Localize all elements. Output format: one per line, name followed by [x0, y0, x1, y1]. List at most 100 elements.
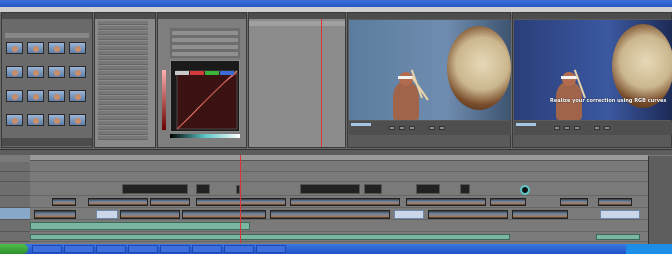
effect-controls-tab[interactable] — [158, 13, 246, 19]
effect-row[interactable] — [98, 91, 148, 95]
effect-row[interactable] — [98, 21, 148, 25]
taskbar-item[interactable] — [256, 245, 286, 253]
effect-row[interactable] — [98, 86, 148, 90]
property-row[interactable] — [172, 52, 238, 56]
clip-thumbnail[interactable] — [27, 114, 44, 126]
timeline-clip[interactable] — [490, 198, 526, 206]
timeline-clip[interactable] — [182, 210, 266, 219]
taskbar-item[interactable] — [64, 245, 94, 253]
play-button[interactable] — [399, 126, 405, 130]
audio-clip[interactable] — [30, 222, 250, 230]
timeline-clip[interactable] — [122, 184, 188, 194]
red-channel-chip[interactable] — [190, 71, 204, 75]
effect-row[interactable] — [98, 111, 148, 115]
green-channel-chip[interactable] — [205, 71, 219, 75]
timeline-clip[interactable] — [290, 198, 400, 206]
taskbar-item[interactable] — [224, 245, 254, 253]
mark-out-button[interactable] — [439, 126, 445, 130]
timeline-clip[interactable] — [196, 184, 210, 194]
timeline-clip[interactable] — [300, 184, 360, 194]
timeline-playhead[interactable] — [240, 155, 241, 243]
effect-row[interactable] — [98, 126, 148, 130]
track-header-audio-3[interactable] — [0, 232, 30, 242]
timeline-clip[interactable] — [512, 210, 568, 219]
effect-row[interactable] — [98, 71, 148, 75]
taskbar-item[interactable] — [32, 245, 62, 253]
step-forward-button[interactable] — [409, 126, 415, 130]
timeline-clip[interactable] — [52, 198, 76, 206]
timeline-marker[interactable] — [520, 185, 530, 195]
clip-thumbnail[interactable] — [48, 114, 65, 126]
program-monitor-tab[interactable] — [513, 13, 671, 19]
effect-row[interactable] — [98, 36, 148, 40]
windows-start-icon[interactable] — [0, 244, 28, 254]
effect-row[interactable] — [98, 51, 148, 55]
clip-thumbnail[interactable] — [48, 90, 65, 102]
effect-row[interactable] — [98, 76, 148, 80]
effect-row[interactable] — [98, 31, 148, 35]
track-header-audio-1[interactable] — [0, 208, 30, 220]
track-header-video-1[interactable] — [0, 182, 30, 196]
timeline-clip[interactable] — [120, 210, 180, 219]
effect-row[interactable] — [98, 131, 148, 135]
effects-panel-tab[interactable] — [95, 13, 155, 19]
effect-row[interactable] — [98, 136, 148, 140]
track-header-video-0[interactable] — [0, 196, 30, 208]
effect-row[interactable] — [98, 101, 148, 105]
clip-thumbnail[interactable] — [69, 90, 86, 102]
clip-thumbnail[interactable] — [27, 42, 44, 54]
lift-button[interactable] — [594, 126, 600, 130]
mini-timeline-tab[interactable] — [249, 13, 345, 19]
timeline-clip[interactable] — [406, 198, 486, 206]
timeline-clip[interactable] — [34, 210, 76, 219]
clip-thumbnail[interactable] — [27, 90, 44, 102]
taskbar-item[interactable] — [128, 245, 158, 253]
effect-row[interactable] — [98, 116, 148, 120]
timeline-clip[interactable] — [560, 198, 588, 206]
effect-row[interactable] — [98, 106, 148, 110]
audio-clip[interactable] — [30, 234, 510, 240]
effect-row[interactable] — [98, 26, 148, 30]
effect-row[interactable] — [98, 61, 148, 65]
property-row[interactable] — [172, 31, 238, 35]
clip-thumbnail[interactable] — [6, 114, 23, 126]
timeline-clip[interactable] — [460, 184, 470, 194]
mark-in-button[interactable] — [429, 126, 435, 130]
property-row[interactable] — [172, 45, 238, 49]
effect-row[interactable] — [98, 121, 148, 125]
effect-row[interactable] — [98, 81, 148, 85]
timeline-clip[interactable] — [88, 198, 148, 206]
timeline-clip[interactable] — [416, 184, 440, 194]
source-monitor-tab[interactable] — [348, 13, 510, 19]
project-panel-tab[interactable] — [2, 13, 92, 19]
timeline-clip[interactable] — [96, 210, 118, 219]
clip-thumbnail[interactable] — [69, 66, 86, 78]
timeline-scrollbar[interactable] — [648, 156, 672, 244]
extract-button[interactable] — [604, 126, 610, 130]
effect-row[interactable] — [98, 41, 148, 45]
clip-thumbnail[interactable] — [69, 42, 86, 54]
property-row[interactable] — [172, 38, 238, 42]
timeline-clip[interactable] — [150, 198, 190, 206]
taskbar-item[interactable] — [96, 245, 126, 253]
taskbar-item[interactable] — [192, 245, 222, 253]
effect-row[interactable] — [98, 46, 148, 50]
clip-thumbnail[interactable] — [6, 66, 23, 78]
clip-thumbnail[interactable] — [27, 66, 44, 78]
timeline-clip[interactable] — [598, 198, 632, 206]
taskbar-item[interactable] — [160, 245, 190, 253]
timeline-clip[interactable] — [270, 210, 390, 219]
timeline-clip[interactable] — [364, 184, 382, 194]
effect-row[interactable] — [98, 66, 148, 70]
master-channel-chip[interactable] — [175, 71, 189, 75]
mini-playhead[interactable] — [321, 19, 322, 147]
clip-thumbnail[interactable] — [6, 90, 23, 102]
effect-row[interactable] — [98, 96, 148, 100]
step-back-button[interactable] — [554, 126, 560, 130]
timeline-clip[interactable] — [600, 210, 640, 219]
clip-thumbnail[interactable] — [6, 42, 23, 54]
time-ruler[interactable] — [30, 155, 648, 161]
blue-channel-chip[interactable] — [220, 71, 234, 75]
timeline-clip[interactable] — [196, 198, 286, 206]
clip-thumbnail[interactable] — [69, 114, 86, 126]
